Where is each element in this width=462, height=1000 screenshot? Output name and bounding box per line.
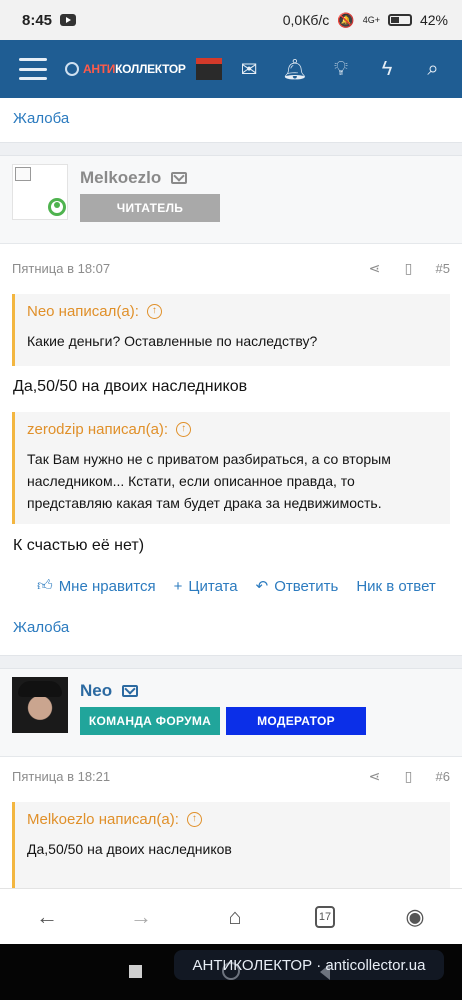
quote-text: Какие деньги? Оставленные по наследству? (27, 333, 318, 349)
menu-icon[interactable] (19, 58, 47, 80)
post-meta: Пятница в 18:07 ⋖ ▯ #5 (0, 245, 462, 291)
reply-button[interactable]: ↶ Ответить (255, 577, 339, 596)
mail-icon[interactable]: ✉ (236, 56, 262, 82)
site-header: АНТИКОЛЛЕКТОР ✉ 🔔︎ 💡︎ ϟ ⌕ (0, 40, 462, 98)
post-meta: Пятница в 18:21 ⋖ ▯ #6 (0, 753, 462, 799)
mute-icon: 🔕 (337, 11, 355, 28)
forward-icon[interactable]: → (127, 903, 155, 931)
post-separator (0, 142, 462, 156)
post-text: К счастью её нет) (13, 537, 145, 554)
tabs-button[interactable]: 17 (315, 905, 335, 928)
post-number[interactable]: #6 (436, 769, 450, 784)
status-bar: 8:45 0,0Кб/с 🔕 4G+ 42% (0, 0, 462, 40)
logo-text: АНТИКОЛЛЕКТОР (83, 62, 186, 76)
online-status-icon (48, 198, 66, 216)
quote-author[interactable]: zerodzip написал(а): ↑ (27, 412, 438, 438)
complaint-link[interactable]: Жалоба (13, 619, 69, 636)
username[interactable]: Neo (80, 681, 139, 701)
battery-icon (387, 14, 412, 26)
post-date[interactable]: Пятница в 18:07 (12, 261, 110, 276)
post-number[interactable]: #5 (436, 261, 450, 276)
quote-text: Да,50/50 на двоих наследников (27, 841, 232, 857)
home-icon[interactable]: ⌂ (221, 903, 249, 931)
site-logo[interactable]: АНТИКОЛЛЕКТОР (65, 58, 222, 80)
recent-apps-icon[interactable] (129, 965, 142, 978)
profile-icon[interactable]: ◉ (401, 903, 429, 931)
role-badge: КОМАНДА ФОРУМА (80, 707, 220, 735)
bookmark-icon[interactable]: ▯ (402, 768, 416, 784)
arrow-up-icon[interactable]: ↑ (176, 422, 192, 437)
message-user-icon[interactable] (122, 685, 139, 697)
logo-badge (195, 58, 222, 80)
nick-reply-button[interactable]: Ник в ответ (356, 578, 435, 595)
lightbulb-icon[interactable]: 💡︎ (328, 56, 354, 82)
post-author-bar: Melkoezlo ЧИТАТЕЛЬ (0, 156, 462, 244)
quote-block: zerodzip написал(а): ↑ Так Вам нужно не с… (12, 412, 450, 524)
broken-image-icon (15, 167, 31, 181)
youtube-notification-icon (60, 14, 77, 26)
quote-button[interactable]: + Цитата (174, 578, 238, 595)
plus-icon: + (173, 577, 183, 595)
quote-text: Так Вам нужно не с приватом разбираться,… (27, 451, 391, 511)
thumbs-up-icon: 👍︎ (37, 577, 53, 594)
reply-icon: ↶ (255, 578, 269, 595)
battery-level: 42% (419, 12, 448, 28)
search-icon[interactable]: ⌕ (420, 56, 446, 82)
post-date[interactable]: Пятница в 18:21 (12, 769, 110, 784)
logo-shield-icon (65, 62, 79, 76)
avatar[interactable] (12, 677, 68, 733)
role-badge: ЧИТАТЕЛЬ (80, 194, 220, 222)
network-speed: 0,0Кб/с (282, 12, 330, 28)
post-author-bar: Neo КОМАНДА ФОРУМА МОДЕРАТОР (0, 669, 462, 757)
quote-block: Neo написал(а): ↑ Какие деньги? Оставленн… (12, 294, 450, 366)
share-icon[interactable]: ⋖ (368, 260, 382, 276)
browser-toolbar: ← → ⌂ 17 ◉ (0, 888, 462, 944)
clock: 8:45 (22, 11, 53, 29)
share-icon[interactable]: ⋖ (368, 768, 382, 784)
post-separator (0, 655, 462, 669)
bell-icon[interactable]: 🔔︎ (282, 56, 308, 82)
watermark: АНТИКОЛЕКТОР · anticollector.ua (174, 950, 444, 980)
like-button[interactable]: 👍︎ Мне нравится (37, 577, 156, 595)
post-text: Да,50/50 на двоих наследников (13, 378, 248, 395)
thread-content: Жалоба Melkoezlo ЧИТАТЕЛЬ Пятница в 18:0… (0, 98, 462, 888)
bolt-icon[interactable]: ϟ (374, 56, 400, 82)
arrow-up-icon[interactable]: ↑ (186, 812, 202, 827)
quote-block: Melkoezlo написал(а): ↑ Да,50/50 на двоих… (12, 802, 450, 888)
post-actions: 👍︎ Мне нравится + Цитата ↶ Ответить Ник в о… (0, 571, 462, 601)
quote-author[interactable]: Neo написал(а): ↑ (27, 294, 438, 320)
complaint-link[interactable]: Жалоба (13, 110, 69, 127)
back-icon[interactable]: ← (33, 903, 61, 931)
username[interactable]: Melkoezlo (80, 168, 188, 188)
quote-author[interactable]: Melkoezlo написал(а): ↑ (27, 802, 438, 828)
message-user-icon[interactable] (171, 172, 188, 184)
role-badge: МОДЕРАТОР (226, 707, 366, 735)
arrow-up-icon[interactable]: ↑ (146, 304, 162, 319)
bookmark-icon[interactable]: ▯ (402, 260, 416, 276)
signal-label: 4G+ (362, 15, 380, 25)
